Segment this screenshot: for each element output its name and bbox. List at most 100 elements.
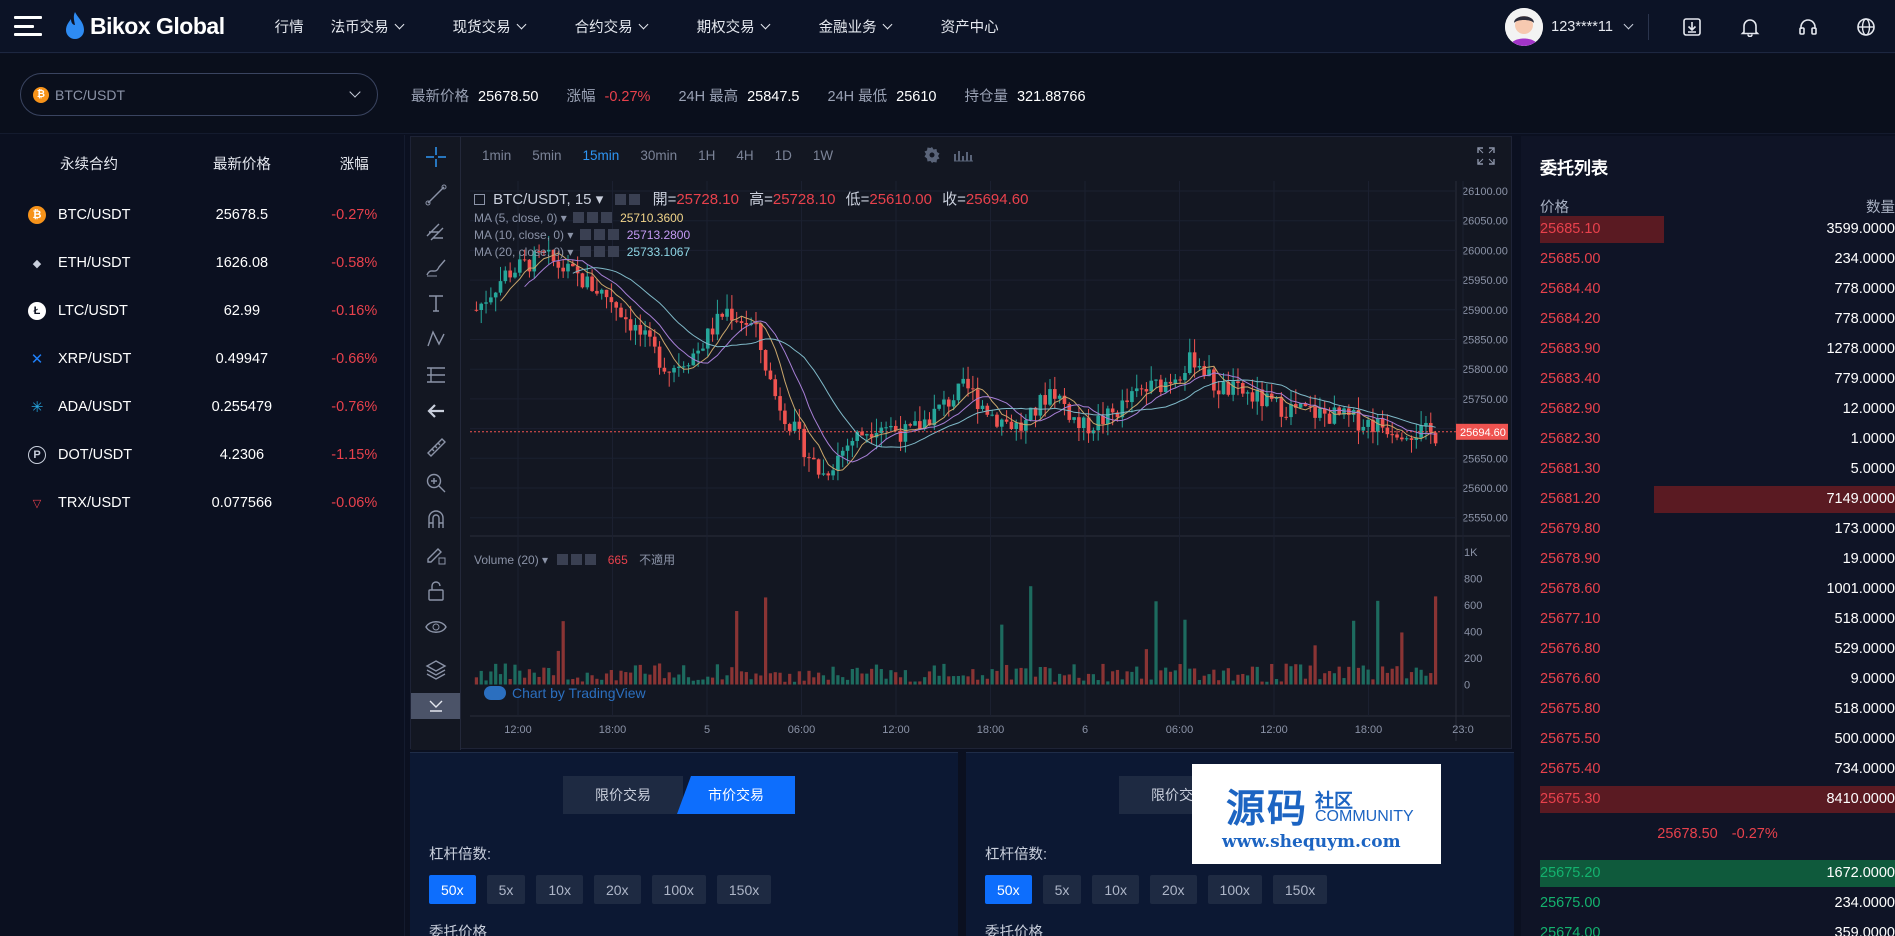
language-button[interactable] (1837, 0, 1895, 53)
market-row[interactable]: ▽ TRX/USDT 0.077566 -0.06% (0, 479, 404, 527)
bid-row[interactable]: 25675.20 1672.0000 (1540, 858, 1895, 888)
text-tool[interactable] (411, 285, 460, 321)
ruler-tool[interactable] (411, 429, 460, 465)
visibility-tool[interactable] (411, 609, 460, 645)
support-button[interactable] (1779, 0, 1837, 53)
eye-icon[interactable] (615, 194, 627, 205)
nav-item-0[interactable]: 行情 (275, 0, 308, 53)
leverage-20x[interactable]: 20x (593, 875, 641, 904)
leverage-20x[interactable]: 20x (1149, 875, 1197, 904)
ask-row[interactable]: 25681.20 7149.0000 (1540, 484, 1895, 514)
tab-market[interactable]: 市价交易 (677, 776, 795, 814)
eye-icon[interactable] (579, 246, 591, 257)
bid-row[interactable]: 25675.00 234.0000 (1540, 888, 1895, 918)
ask-row[interactable]: 25675.50 500.0000 (1540, 724, 1895, 754)
fullscreen-button[interactable] (1477, 147, 1495, 170)
ask-row[interactable]: 25682.30 1.0000 (1540, 424, 1895, 454)
ask-row[interactable]: 25683.40 779.0000 (1540, 364, 1895, 394)
timeframe-4H[interactable]: 4H (736, 148, 753, 163)
ask-row[interactable]: 25675.30 8410.0000 (1540, 784, 1895, 814)
ask-row[interactable]: 25683.90 1278.0000 (1540, 334, 1895, 364)
lock-draw-tool[interactable] (411, 537, 460, 573)
market-row[interactable]: Ł LTC/USDT 62.99 -0.16% (0, 287, 404, 335)
collapse-legend-icon[interactable] (474, 194, 485, 205)
brand-logo[interactable]: Bikox Global (64, 11, 225, 41)
ask-row[interactable]: 25682.90 12.0000 (1540, 394, 1895, 424)
ask-row[interactable]: 25685.00 234.0000 (1540, 244, 1895, 274)
ask-row[interactable]: 25685.10 3599.0000 (1540, 214, 1895, 244)
close-icon[interactable] (607, 246, 619, 257)
leverage-10x[interactable]: 10x (1092, 875, 1139, 904)
eye-icon[interactable] (557, 554, 569, 565)
download-button[interactable] (1663, 0, 1721, 53)
indicators-button[interactable] (953, 148, 973, 167)
ask-row[interactable]: 25684.20 778.0000 (1540, 304, 1895, 334)
close-icon[interactable] (585, 554, 597, 565)
nav-item-6[interactable]: 资产中心 (941, 0, 1003, 53)
leverage-100x[interactable]: 100x (1207, 875, 1262, 904)
collapse-toolbar[interactable] (411, 693, 460, 719)
ask-row[interactable]: 25678.60 1001.0000 (1540, 574, 1895, 604)
settings-icon[interactable] (587, 212, 599, 223)
magnet-tool[interactable] (411, 501, 460, 537)
plot-area[interactable]: 26100.00 26050.00 26000.00 25950.00 25900.00… (470, 181, 1510, 741)
settings-button[interactable] (923, 146, 941, 169)
bid-row[interactable]: 25674.00 359.0000 (1540, 918, 1895, 936)
timeframe-15min[interactable]: 15min (583, 148, 620, 163)
close-icon[interactable] (601, 212, 613, 223)
nav-item-3[interactable]: 合约交易 (575, 0, 674, 53)
timeframe-1H[interactable]: 1H (698, 148, 715, 163)
settings-icon[interactable] (593, 229, 605, 240)
market-row[interactable]: ✕ XRP/USDT 0.49947 -0.66% (0, 335, 404, 383)
timeframe-1min[interactable]: 1min (482, 148, 511, 163)
leverage-50x[interactable]: 50x (429, 875, 476, 904)
close-icon[interactable] (607, 229, 619, 240)
settings-icon[interactable] (593, 246, 605, 257)
leverage-10x[interactable]: 10x (536, 875, 583, 904)
ask-row[interactable]: 25681.30 5.0000 (1540, 454, 1895, 484)
leverage-150x[interactable]: 150x (1272, 875, 1328, 904)
ask-row[interactable]: 25675.40 734.0000 (1540, 754, 1895, 784)
timeframe-30min[interactable]: 30min (640, 148, 677, 163)
fib-tool[interactable] (411, 213, 460, 249)
settings-icon[interactable] (629, 194, 641, 205)
layers-tool[interactable] (411, 645, 460, 693)
ask-row[interactable]: 25677.10 518.0000 (1540, 604, 1895, 634)
lock-tool[interactable] (411, 573, 460, 609)
leverage-5x[interactable]: 5x (486, 875, 526, 904)
ask-row[interactable]: 25676.80 529.0000 (1540, 634, 1895, 664)
avatar[interactable] (1505, 7, 1544, 46)
timeframe-5min[interactable]: 5min (532, 148, 561, 163)
market-row[interactable]: P DOT/USDT 4.2306 -1.15% (0, 431, 404, 479)
settings-icon[interactable] (571, 554, 583, 565)
leverage-50x[interactable]: 50x (985, 875, 1032, 904)
leverage-5x[interactable]: 5x (1042, 875, 1082, 904)
ask-row[interactable]: 25684.40 778.0000 (1540, 274, 1895, 304)
ask-row[interactable]: 25676.60 9.0000 (1540, 664, 1895, 694)
ask-row[interactable]: 25679.80 173.0000 (1540, 514, 1895, 544)
timeframe-1W[interactable]: 1W (813, 148, 833, 163)
eye-icon[interactable] (573, 212, 585, 223)
crosshair-tool[interactable] (411, 137, 460, 177)
user-menu[interactable]: 123****11 (1551, 19, 1634, 35)
brush-tool[interactable] (411, 249, 460, 285)
timeframe-1D[interactable]: 1D (775, 148, 792, 163)
leverage-150x[interactable]: 150x (716, 875, 772, 904)
pair-select[interactable]: ₿ BTC/USDT (20, 73, 378, 116)
pattern-tool[interactable] (411, 321, 460, 357)
market-row[interactable]: ✳ ADA/USDT 0.255479 -0.76% (0, 383, 404, 431)
menu-icon[interactable] (14, 16, 42, 36)
ask-row[interactable]: 25678.90 19.0000 (1540, 544, 1895, 574)
prediction-tool[interactable] (411, 357, 460, 393)
nav-item-1[interactable]: 法币交易 (331, 0, 430, 53)
trendline-tool[interactable] (411, 177, 460, 213)
notification-button[interactable] (1721, 0, 1779, 53)
nav-item-4[interactable]: 期权交易 (697, 0, 796, 53)
eye-icon[interactable] (579, 229, 591, 240)
back-tool[interactable] (411, 393, 460, 429)
nav-item-5[interactable]: 金融业务 (819, 0, 918, 53)
market-row[interactable]: ₿ BTC/USDT 25678.5 -0.27% (0, 191, 404, 239)
ask-row[interactable]: 25675.80 518.0000 (1540, 694, 1895, 724)
tab-limit[interactable]: 限价交易 (563, 776, 683, 814)
market-row[interactable]: ◆ ETH/USDT 1626.08 -0.58% (0, 239, 404, 287)
